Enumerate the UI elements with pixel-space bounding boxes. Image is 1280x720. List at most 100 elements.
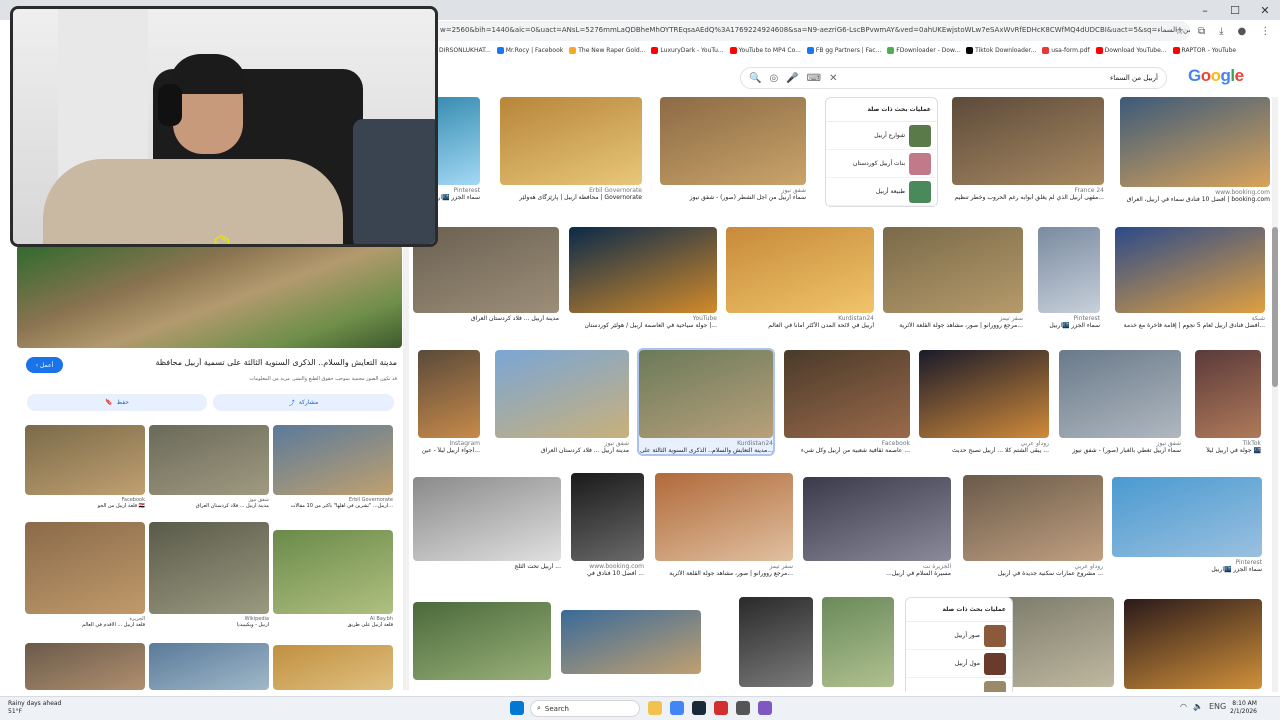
- profile-icon[interactable]: ●: [1238, 26, 1247, 37]
- result-source[interactable]: YouTube: [569, 315, 717, 322]
- image-result[interactable]: روداو عربي مشروع عمارات سكنية جديدة في أر…: [963, 475, 1103, 577]
- related-search-item[interactable]: طبيعة أربيل: [826, 178, 937, 206]
- image-result[interactable]: Erbil Governorate محافظة أربيل | پارێزگای…: [500, 97, 642, 201]
- language-indicator[interactable]: ENG: [1209, 702, 1226, 711]
- image-result[interactable]: سفر تيمز مرجع روورانو | صور، مشاهد جولة ا…: [883, 227, 1023, 329]
- similar-image[interactable]: Facebook قلعة أربيل من الجو 🇮🇶: [25, 425, 145, 509]
- search-input[interactable]: 🔍 ◎ 🎤 ⌨ ✕ أربيل من السماء: [740, 67, 1167, 89]
- image-result[interactable]: [413, 602, 551, 682]
- similar-image[interactable]: [149, 643, 269, 690]
- result-source[interactable]: شفق نيوز: [1059, 440, 1181, 447]
- result-source[interactable]: سفر تيمز: [883, 315, 1023, 322]
- image-result[interactable]: [1124, 599, 1262, 691]
- image-result[interactable]: [822, 597, 894, 689]
- maximize-button[interactable]: ☐: [1220, 0, 1250, 20]
- result-thumbnail[interactable]: [726, 227, 874, 313]
- similar-thumbnail[interactable]: [149, 522, 269, 614]
- bookmark-item[interactable]: usa-form.pdf: [1042, 46, 1090, 54]
- related-search-item[interactable]: مول أربيل: [906, 650, 1012, 678]
- scrollbar-thumb[interactable]: [1272, 227, 1278, 387]
- panel-scrollbar[interactable]: [404, 245, 409, 690]
- image-result[interactable]: Pinterest سماء الجزر 🌃اربيل: [1112, 477, 1262, 573]
- bookmark-item[interactable]: Tiktok Downloader...: [966, 46, 1036, 54]
- similar-thumbnail[interactable]: [25, 522, 145, 614]
- result-title[interactable]: سماء الجزر 🌃اربيل: [1112, 566, 1262, 573]
- result-title[interactable]: سماء أربيل من أجل الشطر (صور) - شفق نيوز: [660, 194, 806, 201]
- result-source[interactable]: الجزيرة نت: [803, 563, 951, 570]
- result-thumbnail[interactable]: [500, 97, 642, 185]
- taskbar-app-app2-icon[interactable]: [736, 701, 750, 715]
- similar-image[interactable]: الجزيرة قلعة أربيل ... الأقدم في العالم: [25, 522, 145, 628]
- result-title[interactable]: سماء أربيل تغطي بالغبار (صور) - شفق نيوز: [1059, 447, 1181, 454]
- bookmark-item[interactable]: RAPTOR - YouTube: [1172, 46, 1236, 54]
- result-title[interactable]: جولة في أربيل ليلاً 🌃: [1195, 447, 1261, 454]
- result-title[interactable]: أفضل 10 فنادق في ...: [571, 570, 644, 577]
- similar-thumbnail[interactable]: [149, 643, 269, 690]
- similar-title[interactable]: قلعة أربيل ... الأقدم في العالم: [25, 622, 145, 628]
- result-source[interactable]: شفق نيوز: [660, 187, 806, 194]
- similar-image[interactable]: [273, 645, 393, 690]
- similar-image[interactable]: [25, 643, 145, 690]
- result-title[interactable]: سماء الجزر 🌃اربيل: [1038, 322, 1100, 329]
- bookmark-item[interactable]: LuxuryDark - YouTu...: [651, 46, 724, 54]
- similar-title[interactable]: قلعة أربيل على طريق: [273, 622, 393, 628]
- result-thumbnail[interactable]: [803, 477, 951, 561]
- similar-thumbnail[interactable]: [149, 425, 269, 495]
- result-thumbnail[interactable]: [418, 350, 480, 438]
- result-thumbnail[interactable]: [822, 597, 894, 687]
- result-thumbnail[interactable]: [571, 473, 644, 561]
- taskbar-app-steam-icon[interactable]: [692, 701, 706, 715]
- keyboard-icon[interactable]: ⌨: [807, 73, 821, 84]
- image-result[interactable]: شفق نيوز سماء أربيل تغطي بالغبار (صور) - …: [1059, 350, 1181, 454]
- menu-icon[interactable]: ⋮: [1260, 26, 1270, 37]
- volume-icon[interactable]: 🔈: [1193, 702, 1203, 711]
- save-button[interactable]: 🔖 حفظ: [27, 394, 207, 411]
- result-title[interactable]: أربيل في لائحة المدن الأكثر أماناً في ال…: [726, 322, 874, 329]
- image-result[interactable]: شبكة أفضل فنادق أربيل لعام 5 نجوم | إقامة…: [1115, 227, 1265, 329]
- result-title[interactable]: مرجع روورانو | صور، مشاهد جولة القلعة ال…: [883, 322, 1023, 329]
- result-title[interactable]: أربيل تحت الثلج ...: [413, 563, 561, 570]
- download-icon[interactable]: ⤓: [1219, 26, 1223, 37]
- preview-image[interactable]: [17, 245, 402, 348]
- result-source[interactable]: Instagram: [418, 440, 480, 447]
- result-title[interactable]: عاصمة ثقافية شعبية من أربيل وكل شيء ...: [784, 447, 910, 454]
- close-window-button[interactable]: ✕: [1250, 0, 1280, 20]
- wifi-icon[interactable]: ◠: [1180, 702, 1187, 711]
- result-thumbnail[interactable]: [1038, 227, 1100, 313]
- result-thumbnail[interactable]: [413, 477, 561, 561]
- image-result[interactable]: YouTube جولة سياحية في العاصمة أربيل / هو…: [569, 227, 717, 329]
- result-title[interactable]: أفضل فنادق أربيل لعام 5 نجوم | إقامة فاخ…: [1115, 322, 1265, 329]
- similar-thumbnail[interactable]: [25, 425, 145, 495]
- similar-thumbnail[interactable]: [273, 530, 393, 614]
- result-source[interactable]: Kurdistan24: [639, 440, 773, 447]
- similar-image[interactable]: Wikipedia أربيل - ويكيبيديا: [149, 522, 269, 628]
- result-title[interactable]: مرجع روورانو | صور، مشاهد جولة القلعة ال…: [655, 570, 793, 577]
- address-bar[interactable]: w=2560&bih=1440&aic=0&uact=ANsL=5276mmLa…: [430, 21, 1190, 41]
- bookmark-item[interactable]: The New Raper Gold...: [569, 46, 645, 54]
- result-source[interactable]: Kurdistan24: [726, 315, 874, 322]
- start-button-icon[interactable]: [510, 701, 524, 715]
- result-source[interactable]: TikTok: [1195, 440, 1261, 447]
- result-thumbnail[interactable]: [1059, 350, 1181, 438]
- visit-button[interactable]: ‹ أعمل: [26, 357, 63, 373]
- result-source[interactable]: Erbil Governorate: [500, 187, 642, 194]
- result-thumbnail[interactable]: [561, 610, 701, 674]
- google-logo[interactable]: Google: [1188, 66, 1244, 86]
- result-source[interactable]: شفق نيوز: [495, 440, 629, 447]
- bookmark-item[interactable]: YouTube to MP4 Co...: [729, 46, 801, 54]
- preview-title[interactable]: مدينة التعايش والسلام.. الذكرى السنوية ا…: [72, 358, 397, 367]
- related-search-item[interactable]: بنات أربيل كوردستان: [826, 150, 937, 178]
- bookmark-item[interactable]: Mr.Rocy | Facebook: [496, 46, 563, 54]
- mic-icon[interactable]: 🎤: [786, 73, 798, 84]
- result-thumbnail[interactable]: [413, 602, 551, 680]
- result-source[interactable]: سفر تيمز: [655, 563, 793, 570]
- image-result[interactable]: [561, 610, 701, 676]
- result-source[interactable]: شبكة: [1115, 315, 1265, 322]
- result-title[interactable]: مقهى أربيل الذي لم يغلق أبوابه رغم الحرو…: [952, 194, 1104, 201]
- clear-icon[interactable]: ✕: [829, 73, 837, 84]
- image-result[interactable]: شفق نيوز مدينة أربيل ... فلاد كردستان الع…: [495, 350, 629, 454]
- result-thumbnail[interactable]: [569, 227, 717, 313]
- similar-thumbnail[interactable]: [273, 645, 393, 690]
- taskbar-app-app-icon[interactable]: [714, 701, 728, 715]
- result-title[interactable]: محافظة أربيل | پارێزگای هەولێر | Governo…: [500, 194, 642, 201]
